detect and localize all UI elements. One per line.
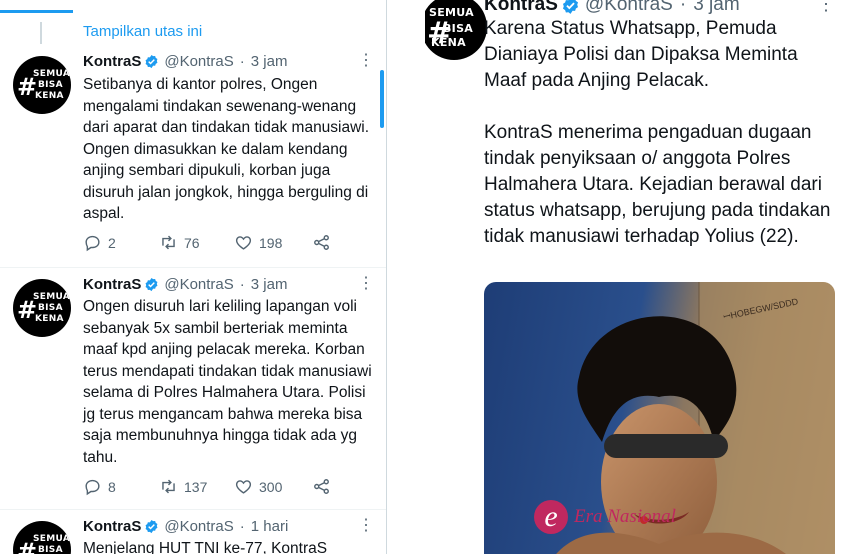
verified-badge-icon xyxy=(145,277,158,292)
tweet-text: Ongen disuruh lari keliling lapangan vol… xyxy=(83,298,372,466)
timestamp[interactable]: 3 jam xyxy=(251,276,288,293)
author-handle[interactable]: @KontraS xyxy=(164,518,233,535)
author-name[interactable]: KontraS xyxy=(83,53,141,70)
tweet-actions: 8 137 300 xyxy=(83,477,337,496)
retweet-icon xyxy=(162,235,175,250)
like-button[interactable]: 300 xyxy=(234,477,312,496)
avatar[interactable]: # SEMUA BISA KENA xyxy=(13,521,71,554)
show-thread-link[interactable]: Tampilkan utas ini xyxy=(83,23,202,40)
censor-bar xyxy=(604,434,728,458)
timestamp[interactable]: 3 jam xyxy=(251,53,288,70)
author-name[interactable]: KontraS xyxy=(83,276,141,293)
tweet-photo[interactable]: ꟷHOBEGW/SDDD e Era Nasional xyxy=(484,282,835,554)
thread-connector xyxy=(40,22,42,44)
verified-badge-icon xyxy=(562,0,578,14)
avatar[interactable]: # SEMUA BISA KENA xyxy=(13,279,71,337)
tweet-header: KontraS @KontraS · 1 hari xyxy=(83,518,289,535)
tweet-header: KontraS @KontraS · 3 jam xyxy=(83,276,288,293)
author-name[interactable]: KontraS xyxy=(484,0,558,16)
reply-icon xyxy=(85,235,100,252)
tweet-text: Menjelang HUT TNI ke-77, KontraS xyxy=(83,540,328,554)
reply-button[interactable]: 2 xyxy=(83,233,159,252)
divider xyxy=(0,509,386,510)
author-handle[interactable]: @KontraS xyxy=(164,276,233,293)
more-options-icon[interactable]: ⋮ xyxy=(358,273,375,293)
author-handle[interactable]: @KontraS xyxy=(164,53,233,70)
share-button[interactable] xyxy=(312,233,337,252)
active-tab-indicator xyxy=(0,10,73,13)
tweet-header: KontraS @KontraS · 3 jam xyxy=(83,53,288,70)
author-handle[interactable]: @KontraS xyxy=(585,0,673,16)
era-nasional-logo-icon: e xyxy=(534,500,568,534)
reply-icon xyxy=(85,479,100,496)
heart-icon xyxy=(235,480,252,494)
share-icon xyxy=(314,235,329,250)
more-options-icon[interactable]: ⋮ xyxy=(817,0,835,15)
more-options-icon[interactable]: ⋮ xyxy=(358,515,375,535)
tweet-header: KontraS @KontraS · 3 jam xyxy=(484,0,740,16)
like-button[interactable]: 198 xyxy=(234,233,312,252)
author-name[interactable]: KontraS xyxy=(83,518,141,535)
reply-button[interactable]: 8 xyxy=(83,477,159,496)
tweet-paragraph-1: Karena Status Whatsapp, Pemuda Dianiaya … xyxy=(484,18,798,91)
retweet-button[interactable]: 76 xyxy=(159,233,234,252)
avatar[interactable]: # SEMUA BISA KENA xyxy=(425,0,487,60)
right-tweet-panel: # SEMUA BISA KENA KontraS @KontraS · 3 j… xyxy=(425,0,850,554)
timestamp[interactable]: 3 jam xyxy=(693,0,739,16)
tweet-text: Setibanya di kantor polres, Ongen mengal… xyxy=(83,76,370,222)
share-icon xyxy=(314,479,329,494)
divider xyxy=(0,267,386,268)
scrollbar-thumb[interactable] xyxy=(380,70,384,128)
watermark: e Era Nasional xyxy=(534,500,676,534)
share-button[interactable] xyxy=(312,477,337,496)
retweet-icon xyxy=(162,479,175,494)
verified-badge-icon xyxy=(145,519,158,534)
tweet-paragraph-2: KontraS menerima pengaduan dugaan tindak… xyxy=(484,122,831,247)
tweet-actions: 2 76 198 xyxy=(83,233,337,252)
avatar[interactable]: # SEMUA BISA KENA xyxy=(13,56,71,114)
verified-badge-icon xyxy=(145,54,158,69)
more-options-icon[interactable]: ⋮ xyxy=(358,50,375,70)
timestamp[interactable]: 1 hari xyxy=(251,518,289,535)
retweet-button[interactable]: 137 xyxy=(159,477,234,496)
left-thread-panel: Tampilkan utas ini # SEMUA BISA KENA Kon… xyxy=(0,0,386,554)
tweet-text: Karena Status Whatsapp, Pemuda Dianiaya … xyxy=(484,16,844,276)
heart-icon xyxy=(235,236,252,250)
panel-divider xyxy=(386,0,387,554)
